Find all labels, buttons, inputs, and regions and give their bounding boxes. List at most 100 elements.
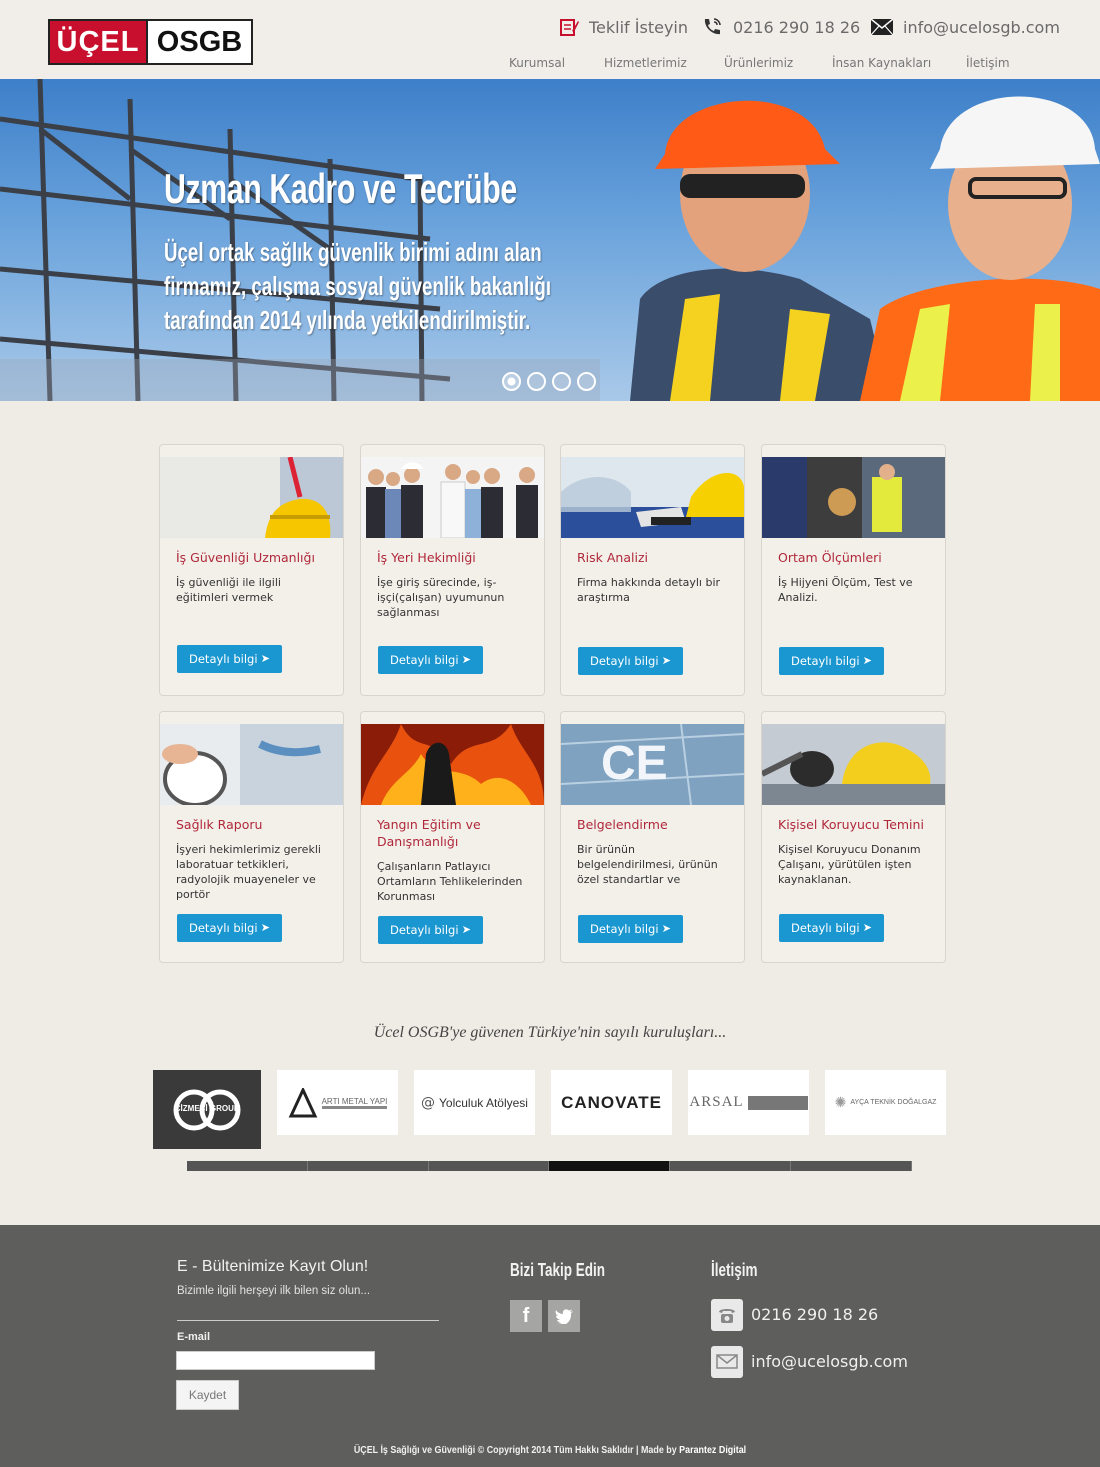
scroll-segment[interactable] [670,1161,792,1171]
partner-name: ÇİZMECİ GROUP [174,1104,240,1113]
partner-logo-arsal[interactable]: ARSAL [688,1070,809,1135]
partner-logo-arti-metal[interactable]: ARTI METAL YAPI [277,1070,398,1135]
partners-scrollbar[interactable] [187,1161,912,1171]
service-desc: İşyeri hekimlerimiz gerekli laboratuar t… [176,843,321,901]
facebook-button[interactable]: f [510,1300,542,1332]
service-desc: Firma hakkında detaylı bir araştırma [577,576,721,604]
hero-worker-2-image [860,96,1100,401]
service-detail-button[interactable]: Detaylı bilgi ➤ [177,914,282,942]
button-label: Detaylı bilgi [390,923,459,937]
scroll-segment-active[interactable] [549,1161,671,1171]
partner-name: AYÇA TEKNİK DOĞALGAZ [850,1099,937,1106]
service-desc: İş Hijyeni Ölçüm, Test ve Analizi. [778,576,913,604]
arrow-right-icon: ➤ [661,654,671,667]
logo-part-1: ÜÇEL [50,21,146,63]
partner-logo-cizmeci[interactable]: ÇİZMECİ GROUP [153,1070,261,1149]
service-detail-button[interactable]: Detaylı bilgi ➤ [578,647,683,675]
service-desc: İş güvenliği ile ilgili eğitimleri verme… [176,576,281,604]
service-desc: Çalışanların Patlayıcı Ortamların Tehlik… [377,860,523,903]
copyright: ÜÇEL İş Sağlığı ve Güvenliği © Copyright… [83,1444,1018,1456]
site-logo[interactable]: ÜÇEL OSGB [48,19,253,65]
service-image-safety-gear [561,457,744,538]
service-title: Belgelendirme [577,817,668,832]
nav-urunlerimiz[interactable]: Ürünlerimiz [724,56,793,70]
footer-phone-text: 0216 290 18 26 [751,1305,879,1324]
nav-insan-kaynaklari[interactable]: İnsan Kaynakları [832,56,931,70]
scroll-segment[interactable] [791,1161,912,1171]
service-title: Yangın Eğitim ve Danışmanlığı [377,817,481,849]
partner-name: ARSAL [689,1094,744,1110]
service-image-ce-mark: CE [561,724,744,805]
service-card-is-guvenligi: İş Güvenliği Uzmanlığı İş güvenliği ile … [159,444,344,696]
button-label: Detaylı bilgi [390,653,459,667]
service-detail-button[interactable]: Detaylı bilgi ➤ [378,646,483,674]
service-desc: Kişisel Koruyucu Donanım Çalışanı, yürüt… [778,843,921,886]
footer-email[interactable]: info@ucelosgb.com [711,1345,908,1378]
arrow-right-icon: ➤ [461,923,471,936]
slider-dots [502,372,596,391]
service-detail-button[interactable]: Detaylı bilgi ➤ [177,645,282,673]
newsletter-email-input[interactable] [176,1351,375,1370]
nav-hizmetlerimiz[interactable]: Hizmetlerimiz [604,56,687,70]
header-email[interactable]: info@ucelosgb.com [871,14,1060,40]
slider-dot-2[interactable] [527,372,546,391]
service-detail-button[interactable]: Detaylı bilgi ➤ [779,914,884,942]
partner-logo-yolculuk[interactable]: @ Yolculuk Atölyesi [414,1070,535,1135]
twitter-button[interactable] [548,1300,580,1332]
nav-iletisim[interactable]: İletişim [966,56,1010,70]
footer-phone[interactable]: 0216 290 18 26 [711,1298,878,1331]
maker-link[interactable]: Parantez Digital [679,1444,746,1456]
hero-text: Üçel ortak sağlık güvenlik birimi adını … [164,237,552,335]
service-image-workshop [762,457,945,538]
slider-dot-1[interactable] [502,372,521,391]
button-label: Detaylı bilgi [189,652,258,666]
phone-icon [704,18,721,35]
partner-logo-canovate[interactable]: CANOVATE [551,1070,672,1135]
service-title: İş Yeri Hekimliği [377,550,476,565]
hero-slider: Uzman Kadro ve Tecrübe Üçel ortak sağlık… [0,79,1100,401]
footer-email-text: info@ucelosgb.com [751,1352,908,1371]
svg-text:CE: CE [601,737,668,790]
site-footer: E - Bültenimize Kayıt Olun! Bizimle ilgi… [0,1225,1100,1467]
partner-name: CANOVATE [561,1092,662,1112]
header-phone-text: 0216 290 18 26 [733,17,861,37]
service-title: Kişisel Koruyucu Temini [778,817,924,832]
service-card-risk-analizi: Risk Analizi Firma hakkında detaylı bir … [560,444,745,696]
site-header: ÜÇEL OSGB Teklif İsteyin 0216 290 18 26 … [0,0,1100,79]
email-label: E-mail [177,1331,211,1343]
header-phone[interactable]: 0216 290 18 26 [701,14,860,40]
telephone-icon [711,1298,743,1331]
newsletter-submit-button[interactable]: Kaydet [176,1380,239,1410]
scroll-segment[interactable] [429,1161,550,1171]
logo-part-2: OSGB [146,21,251,63]
quote-link[interactable]: Teklif İsteyin [559,14,688,40]
partner-logo-ayca[interactable]: ✺ AYÇA TEKNİK DOĞALGAZ [825,1070,946,1135]
service-detail-button[interactable]: Detaylı bilgi ➤ [779,647,884,675]
service-desc: Bir ürünün belgelendirilmesi, ürünün öze… [577,843,718,886]
hero-title: Uzman Kadro ve Tecrübe [164,165,517,212]
partners-heading: Ücel OSGB'ye güvenen Türkiye'nin sayılı … [373,1024,727,1041]
arti-metal-logo-icon [288,1087,317,1117]
newsletter-divider [177,1320,439,1321]
button-label: Detaylı bilgi [590,922,659,936]
nav-kurumsal[interactable]: Kurumsal [509,56,565,70]
slider-dot-4[interactable] [577,372,596,391]
service-image-ppe [762,724,945,805]
arrow-right-icon: ➤ [461,653,471,666]
service-image-helmet [160,457,343,538]
arrow-right-icon: ➤ [260,921,270,934]
quote-icon [560,19,579,36]
newsletter-subtitle: Bizimle ilgili herşeyi ilk bilen siz olu… [177,1285,371,1297]
flame-icon: ✺ [834,1094,847,1111]
arsal-subtitle-bar [747,1095,808,1110]
partner-name: ARTI METAL YAPI [321,1097,388,1109]
service-detail-button[interactable]: Detaylı bilgi ➤ [578,915,683,943]
slider-dot-3[interactable] [552,372,571,391]
service-image-stethoscope [160,724,343,805]
service-desc: İşe giriş sürecinde, iş-işçi(çalışan) uy… [377,576,505,619]
scroll-segment[interactable] [187,1161,308,1171]
twitter-icon [555,1308,573,1324]
scroll-segment[interactable] [308,1161,429,1171]
arrow-right-icon: ➤ [862,921,872,934]
service-detail-button[interactable]: Detaylı bilgi ➤ [378,916,483,944]
